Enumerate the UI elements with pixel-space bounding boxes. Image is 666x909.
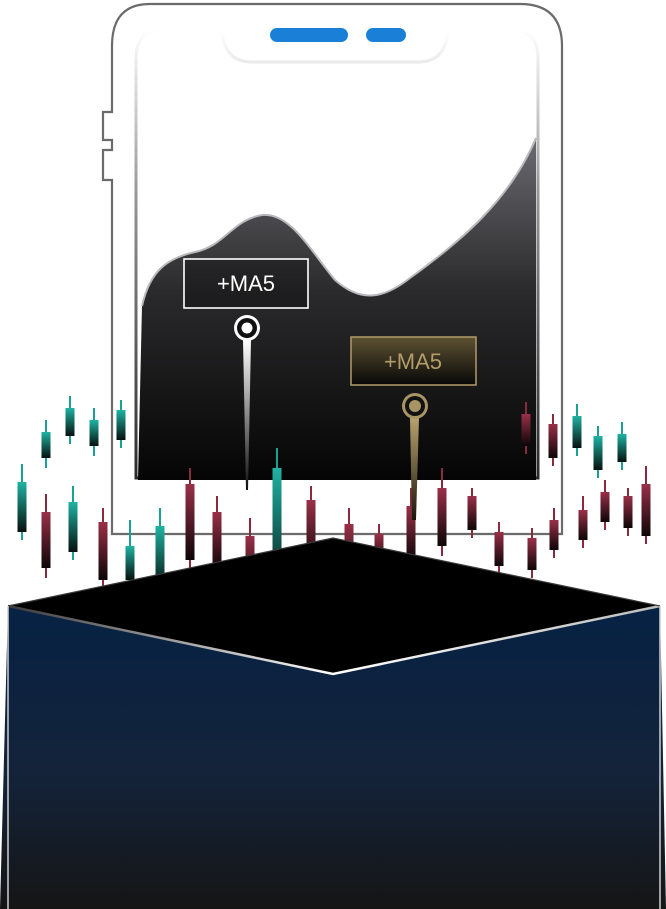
candle-body: [41, 432, 51, 458]
candle-body: [68, 502, 78, 552]
candle-body: [527, 538, 537, 570]
candle-body: [494, 532, 504, 566]
candle-down-28: [578, 496, 588, 548]
candle-down-29: [600, 480, 610, 530]
candle-body: [116, 410, 126, 440]
notch-pill-left: [270, 28, 348, 42]
white-marker-pin-icon: [234, 315, 260, 341]
notch-pill-right: [366, 28, 406, 42]
candle-body: [641, 484, 651, 536]
candle-body: [578, 510, 588, 540]
candle-down-30: [623, 488, 633, 536]
candle-up-4: [17, 464, 27, 540]
ma5-tag-gold-label: +MA5: [384, 349, 442, 374]
box: [0, 537, 666, 909]
candle-up-6: [68, 486, 78, 560]
candle-body: [437, 488, 447, 546]
candle-body: [17, 482, 27, 532]
candle-body: [185, 484, 195, 560]
candle-body: [549, 520, 559, 550]
candle-up-1: [65, 396, 75, 444]
candle-up-0: [41, 420, 51, 468]
candle-up-25: [572, 404, 582, 456]
ma5-illustration: +MA5 +MA5: [0, 2, 666, 909]
candle-body: [600, 492, 610, 522]
candle-body: [89, 420, 99, 446]
gold-marker-pin-icon: [402, 393, 428, 419]
candle-up-2: [89, 408, 99, 456]
candle-body: [41, 512, 51, 568]
candle-up-27: [617, 422, 627, 470]
candle-down-5: [41, 494, 51, 578]
candle-body: [98, 522, 108, 580]
candle-up-26: [593, 426, 603, 478]
candle-body: [623, 496, 633, 528]
candle-down-21: [527, 528, 537, 578]
candle-body: [125, 546, 135, 580]
candle-body: [572, 416, 582, 448]
candle-body: [617, 434, 627, 462]
candle-body: [548, 424, 558, 458]
candle-body: [521, 414, 531, 446]
candle-body: [467, 496, 477, 530]
candle-body: [593, 436, 603, 470]
candle-down-7: [98, 508, 108, 590]
candle-body: [65, 408, 75, 436]
ma5-tag-white-label: +MA5: [217, 271, 275, 296]
candle-down-31: [641, 466, 651, 544]
